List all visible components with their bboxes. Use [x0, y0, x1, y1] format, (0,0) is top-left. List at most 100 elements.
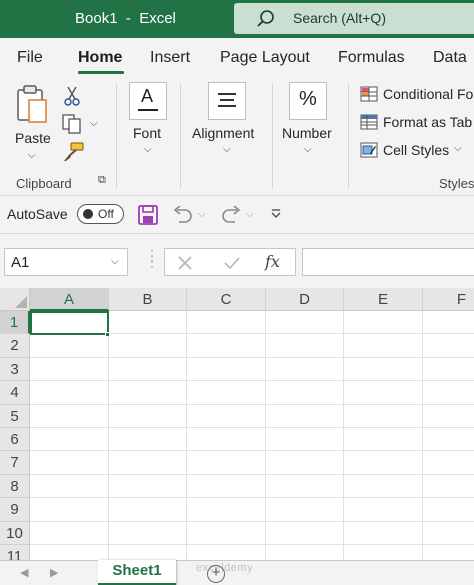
cell-b2[interactable]: [109, 334, 187, 358]
cell-a10[interactable]: [30, 521, 109, 545]
cell-e9[interactable]: [344, 498, 423, 522]
cell-e5[interactable]: [344, 404, 423, 428]
copy-chevron-icon[interactable]: ⌵: [90, 118, 98, 129]
redo-chevron-icon[interactable]: ⌵: [246, 209, 254, 220]
cell-f2[interactable]: [423, 334, 474, 358]
scroll-right-icon[interactable]: ▶: [50, 566, 58, 579]
cell-e11[interactable]: [344, 545, 423, 560]
conditional-formatting-button[interactable]: Conditional Fo: [358, 84, 474, 106]
cell-a2[interactable]: [30, 334, 109, 358]
column-header-f[interactable]: F: [423, 288, 474, 311]
cell-e3[interactable]: [344, 357, 423, 382]
column-header-c[interactable]: C: [187, 288, 266, 311]
cell-d11[interactable]: [266, 545, 344, 560]
add-sheet-icon[interactable]: +: [207, 565, 225, 583]
paste-button[interactable]: Paste ⌵: [8, 82, 56, 164]
row-header-2[interactable]: 2: [0, 334, 30, 358]
cell-b1[interactable]: [109, 311, 187, 335]
scroll-left-icon[interactable]: ◀: [20, 566, 28, 579]
cell-d9[interactable]: [266, 498, 344, 522]
cell-c1[interactable]: [187, 311, 266, 335]
cell-d3[interactable]: [266, 357, 344, 382]
cell-f7[interactable]: [423, 451, 474, 475]
search-box[interactable]: Search (Alt+Q): [234, 3, 474, 34]
row-header-10[interactable]: 10: [0, 521, 30, 545]
name-box[interactable]: A1 ⌵: [4, 248, 128, 276]
cell-d7[interactable]: [266, 451, 344, 475]
cell-c2[interactable]: [187, 334, 266, 358]
row-header-9[interactable]: 9: [0, 498, 30, 522]
format-as-table-button[interactable]: Format as Tab: [358, 112, 474, 134]
cell-b3[interactable]: [109, 357, 187, 382]
sheet-tab-sheet1[interactable]: Sheet1: [98, 560, 176, 585]
cell-c11[interactable]: [187, 545, 266, 560]
fill-handle[interactable]: [105, 332, 110, 337]
cell-styles-button[interactable]: Cell Styles ⌵: [358, 140, 474, 162]
cell-e6[interactable]: [344, 428, 423, 452]
row-header-7[interactable]: 7: [0, 451, 30, 475]
cell-f4[interactable]: [423, 381, 474, 405]
enter-icon[interactable]: [223, 255, 241, 271]
alignment-button[interactable]: Alignment ⌵: [190, 78, 264, 168]
active-cell-a1[interactable]: [30, 311, 109, 335]
worksheet-grid[interactable]: ABCDEF 1 2 3 4 5 6 7 8 9 10 11: [0, 288, 474, 560]
copy-icon[interactable]: [62, 114, 82, 134]
tab-data[interactable]: Data: [433, 49, 467, 67]
format-painter-icon[interactable]: [62, 142, 84, 162]
cell-c4[interactable]: [187, 381, 266, 405]
cell-a5[interactable]: [30, 404, 109, 428]
cell-e1[interactable]: [344, 311, 423, 335]
cell-f6[interactable]: [423, 428, 474, 452]
cell-f3[interactable]: [423, 358, 474, 382]
cell-f11[interactable]: [423, 545, 474, 560]
cell-e10[interactable]: [344, 521, 423, 545]
formula-input[interactable]: [302, 248, 474, 276]
cell-b9[interactable]: [109, 498, 187, 522]
cell-c8[interactable]: [187, 474, 266, 499]
cell-a6[interactable]: [30, 428, 109, 452]
select-all-button[interactable]: [0, 288, 30, 311]
cell-b6[interactable]: [109, 428, 187, 452]
cell-b10[interactable]: [109, 521, 187, 545]
cell-b4[interactable]: [109, 381, 187, 405]
cell-b11[interactable]: [109, 545, 187, 560]
redo-icon[interactable]: [220, 206, 242, 224]
cell-c3[interactable]: [187, 357, 266, 382]
tab-formulas[interactable]: Formulas: [338, 49, 405, 67]
column-header-e[interactable]: E: [344, 288, 423, 311]
cell-c7[interactable]: [187, 451, 266, 475]
column-header-d[interactable]: D: [266, 288, 344, 311]
dialog-launcher-icon[interactable]: ⧉: [98, 174, 106, 187]
cell-a11[interactable]: [30, 545, 109, 560]
cell-a9[interactable]: [30, 498, 109, 522]
cell-d1[interactable]: [266, 311, 344, 335]
row-header-6[interactable]: 6: [0, 428, 30, 452]
cell-b8[interactable]: [109, 474, 187, 499]
save-icon[interactable]: [138, 205, 158, 225]
cell-b7[interactable]: [109, 451, 187, 475]
cell-e2[interactable]: [344, 334, 423, 358]
row-header-3[interactable]: 3: [0, 357, 30, 382]
cell-e8[interactable]: [344, 474, 423, 499]
row-header-5[interactable]: 5: [0, 404, 30, 428]
cell-d8[interactable]: [266, 474, 344, 499]
row-header-1[interactable]: 1: [0, 311, 30, 335]
cell-a3[interactable]: [30, 357, 109, 382]
autosave-toggle[interactable]: Off: [77, 204, 124, 224]
font-button[interactable]: A Font ⌵: [126, 78, 170, 168]
cell-a4[interactable]: [30, 381, 109, 405]
cell-f9[interactable]: [423, 498, 474, 522]
cell-f8[interactable]: [423, 475, 474, 499]
undo-chevron-icon[interactable]: ⌵: [198, 209, 206, 220]
cell-a7[interactable]: [30, 451, 109, 475]
column-header-a[interactable]: A: [30, 288, 109, 311]
cut-icon[interactable]: [64, 86, 80, 106]
cell-d4[interactable]: [266, 381, 344, 405]
undo-icon[interactable]: [172, 206, 194, 224]
row-header-8[interactable]: 8: [0, 474, 30, 499]
column-header-b[interactable]: B: [109, 288, 187, 311]
row-header-11[interactable]: 11: [0, 545, 30, 560]
tab-page-layout[interactable]: Page Layout: [220, 49, 310, 67]
tab-insert[interactable]: Insert: [150, 49, 190, 67]
cell-a8[interactable]: [30, 474, 109, 499]
